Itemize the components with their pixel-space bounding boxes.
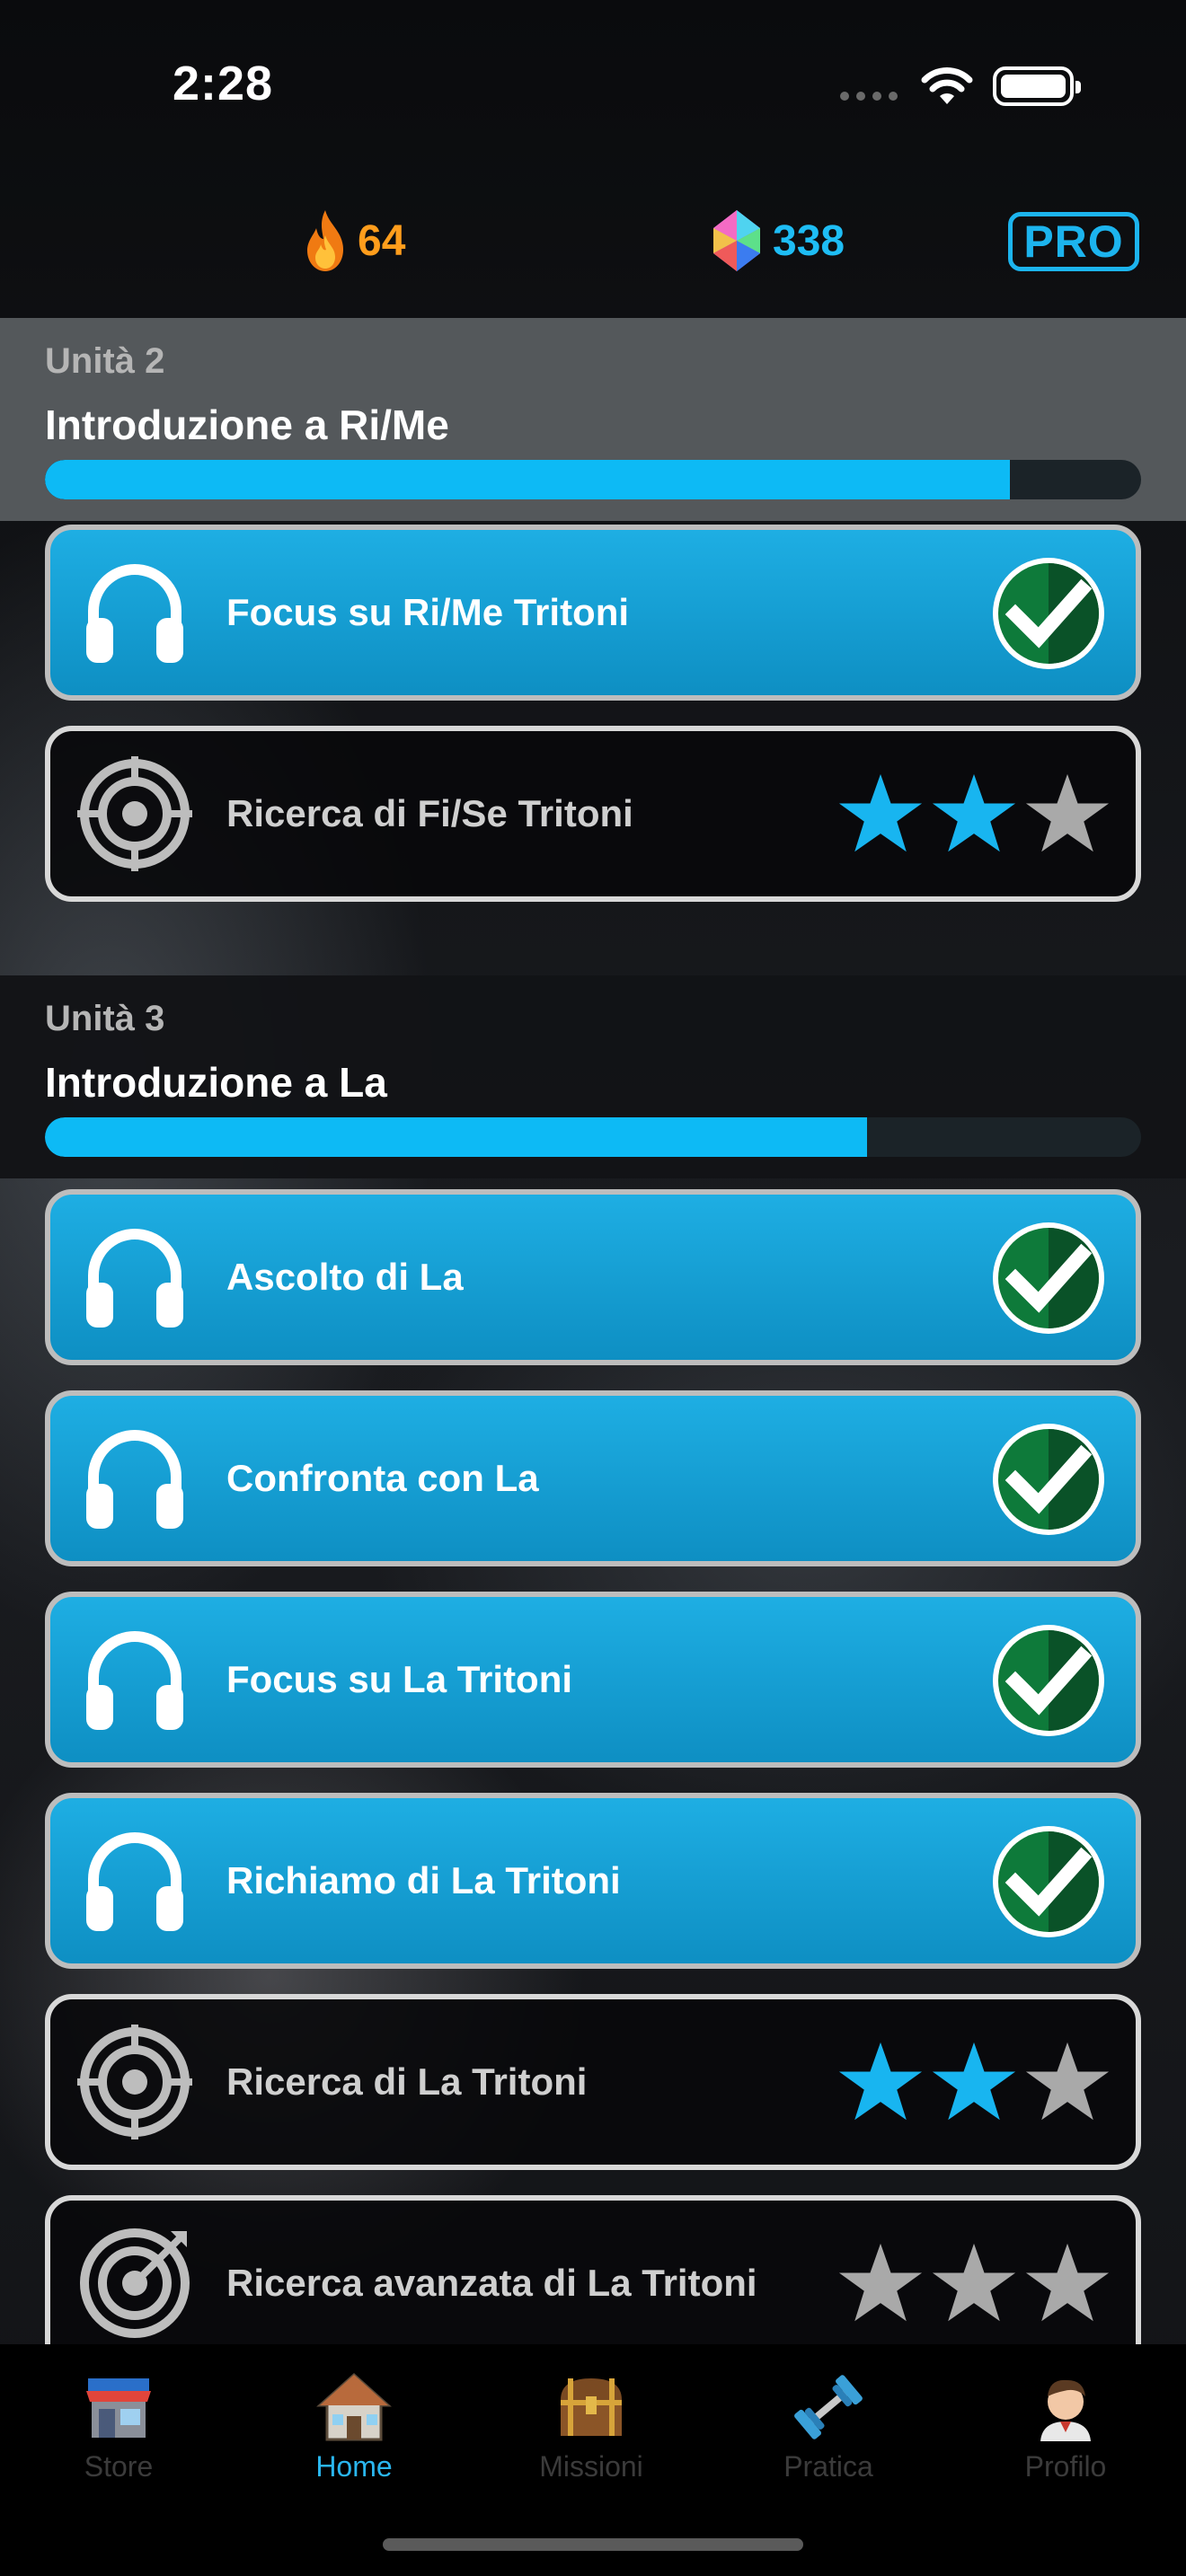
star-icon [1025, 2243, 1110, 2322]
unit-title: Introduzione a Ri/Me [45, 401, 449, 448]
lesson-title: Ricerca avanzata di La Tritoni [226, 2262, 757, 2304]
dumbbell-icon [794, 2375, 863, 2439]
star-icon [932, 773, 1016, 852]
star-icon [1025, 2042, 1110, 2121]
lesson-card[interactable]: Ascolto di La [45, 1189, 1141, 1365]
status-bar: 2:28 [0, 0, 1186, 171]
signal-dots-icon [840, 92, 898, 101]
unit-label: Unità 3 [45, 999, 165, 1038]
tab-missions[interactable]: Missioni [501, 2369, 681, 2504]
target-arrow-icon [80, 2228, 190, 2338]
lesson-title: Ascolto di La [226, 1256, 464, 1298]
lesson-title: Ricerca di La Tritoni [226, 2060, 588, 2103]
gems-counter[interactable]: 338 [710, 208, 845, 273]
star-rating [837, 2240, 1111, 2330]
unit-header: Unità 2 Introduzione a Ri/Me [0, 318, 1186, 521]
lesson-card[interactable]: Ricerca di La Tritoni [45, 1994, 1141, 2170]
target-icon [77, 2025, 192, 2139]
store-icon [86, 2378, 151, 2438]
treasure-chest-icon [561, 2378, 622, 2436]
unit-progress-fill [45, 1117, 867, 1157]
lesson-card[interactable]: Ricerca di Fi/Se Tritoni [45, 726, 1141, 902]
lesson-title: Ricerca di Fi/Se Tritoni [226, 792, 633, 834]
star-rating [837, 771, 1111, 860]
pro-badge-button[interactable]: PRO [1008, 212, 1139, 271]
battery-icon [993, 66, 1081, 106]
star-icon [932, 2243, 1016, 2322]
avatar-icon [1040, 2379, 1091, 2441]
headphones-icon [86, 1430, 183, 1529]
tab-practice[interactable]: Pratica [739, 2369, 918, 2504]
headphones-icon [86, 1229, 183, 1328]
star-icon [838, 2243, 923, 2322]
star-icon [838, 773, 923, 852]
star-icon [932, 2042, 1016, 2121]
unit-header: Unità 3 Introduzione a La [0, 975, 1186, 1178]
unit-progress-bar [45, 1117, 1141, 1157]
lesson-title: Confronta con La [226, 1457, 539, 1499]
tab-label: Profilo [1024, 2450, 1107, 2483]
tab-store[interactable]: Store [29, 2369, 208, 2504]
streak-counter[interactable]: 64 [302, 208, 405, 273]
streak-value: 64 [358, 216, 406, 265]
target-icon [77, 756, 192, 871]
star-icon [1025, 773, 1110, 852]
tab-label: Home [315, 2450, 393, 2483]
tab-label: Pratica [783, 2450, 873, 2483]
lesson-title: Focus su La Tritoni [226, 1658, 573, 1700]
headphones-icon [86, 1832, 183, 1931]
flame-icon [307, 210, 343, 271]
lesson-card[interactable]: Confronta con La [45, 1390, 1141, 1566]
lesson-card[interactable]: Focus su Ri/Me Tritoni [45, 525, 1141, 701]
status-time: 2:28 [173, 57, 274, 110]
lesson-card[interactable]: Focus su La Tritoni [45, 1592, 1141, 1768]
unit-progress-fill [45, 460, 1010, 499]
unit-progress-bar [45, 460, 1141, 499]
tab-profile[interactable]: Profilo [976, 2369, 1155, 2504]
lesson-card[interactable]: Richiamo di La Tritoni [45, 1793, 1141, 1969]
headphones-icon [86, 1631, 183, 1730]
unit-label: Unità 2 [45, 341, 165, 381]
checkmark-icon [993, 1424, 1104, 1535]
checkmark-icon [993, 1625, 1104, 1736]
wifi-icon [921, 67, 973, 104]
gem-icon [713, 210, 760, 271]
star-rating [837, 2039, 1111, 2129]
home-icon [316, 2372, 392, 2441]
gems-value: 338 [773, 216, 845, 265]
checkmark-icon [993, 558, 1104, 669]
checkmark-icon [993, 1222, 1104, 1334]
checkmark-icon [993, 1826, 1104, 1937]
home-indicator [383, 2538, 803, 2551]
lesson-title: Focus su Ri/Me Tritoni [226, 591, 630, 633]
tab-home[interactable]: Home [264, 2369, 444, 2504]
tab-label: Missioni [539, 2450, 643, 2483]
lesson-title: Richiamo di La Tritoni [226, 1859, 621, 1901]
headphones-icon [86, 564, 183, 663]
unit-title: Introduzione a La [45, 1059, 387, 1106]
tab-label: Store [84, 2450, 154, 2483]
star-icon [838, 2042, 923, 2121]
